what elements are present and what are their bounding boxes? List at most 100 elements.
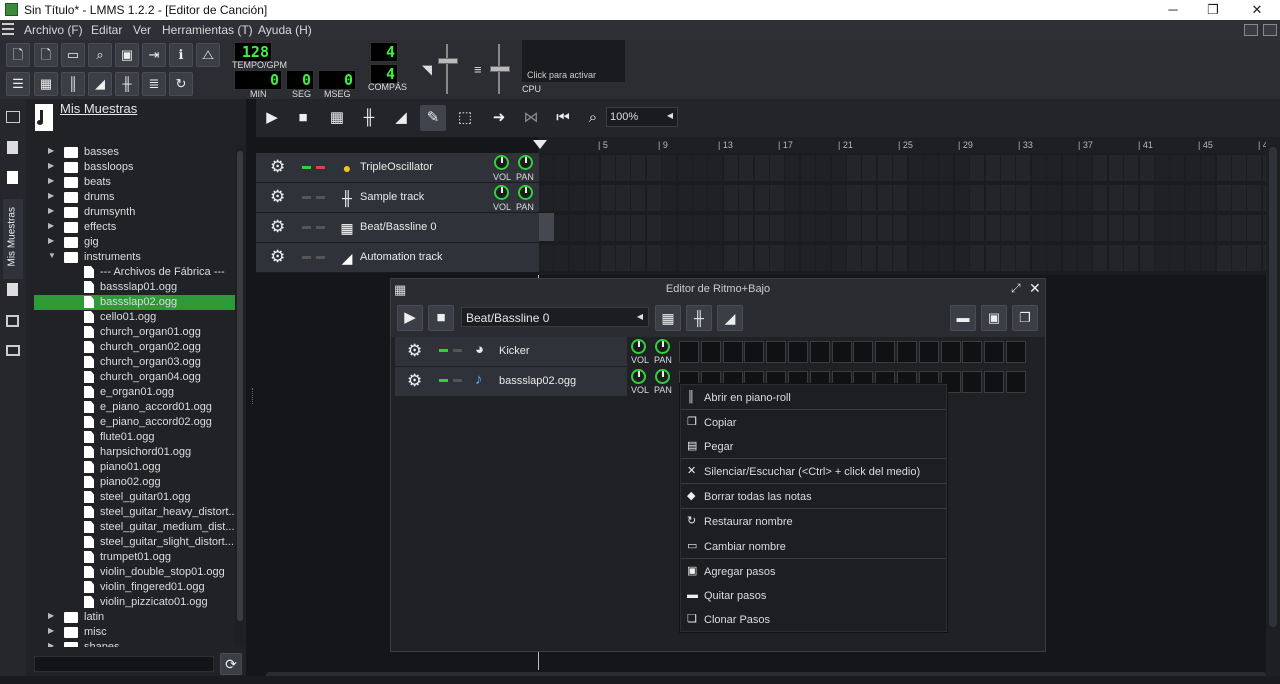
song-grid-cell[interactable] bbox=[1155, 155, 1169, 181]
song-grid-cell[interactable] bbox=[954, 185, 969, 211]
song-grid-cell[interactable] bbox=[723, 155, 738, 181]
song-grid-cell[interactable] bbox=[1108, 185, 1123, 211]
song-grid-cell[interactable] bbox=[1216, 245, 1231, 271]
song-grid-cell[interactable] bbox=[908, 245, 923, 271]
tree-file[interactable]: violin_pizzicato01.ogg bbox=[34, 595, 243, 610]
tree-folder[interactable]: ▶ drums bbox=[34, 190, 243, 205]
song-track[interactable]: ⚙ ● TripleOscillator VOL PAN bbox=[256, 153, 539, 183]
tree-file[interactable]: church_organ03.ogg bbox=[34, 355, 243, 370]
bb-add-automation-button[interactable]: ◢ bbox=[717, 305, 743, 331]
song-grid-cell[interactable] bbox=[1124, 215, 1139, 241]
master-volume-slider[interactable] bbox=[446, 44, 448, 94]
song-grid-cell[interactable] bbox=[708, 155, 723, 181]
menu-ayuda[interactable]: Ayuda (H) bbox=[258, 23, 312, 37]
song-grid-cell[interactable] bbox=[1093, 245, 1108, 271]
menu-editar[interactable]: Editar bbox=[91, 23, 122, 37]
mute-led[interactable] bbox=[302, 196, 311, 199]
song-grid-cell[interactable] bbox=[1185, 245, 1200, 271]
song-grid-cell[interactable] bbox=[1232, 155, 1246, 181]
song-grid-cell[interactable] bbox=[1078, 215, 1092, 241]
song-grid-cell[interactable] bbox=[954, 155, 969, 181]
chevron-right-icon[interactable]: ▶ bbox=[48, 176, 54, 185]
song-grid-cell[interactable] bbox=[754, 215, 769, 241]
bb-stop-button[interactable]: ■ bbox=[428, 305, 454, 331]
track-name[interactable]: Automation track bbox=[360, 251, 443, 263]
chevron-right-icon[interactable]: ▶ bbox=[48, 641, 54, 647]
song-grid-cell[interactable] bbox=[693, 245, 707, 271]
song-grid-cell[interactable] bbox=[1124, 245, 1139, 271]
song-grid-cell[interactable] bbox=[924, 245, 938, 271]
tree-file[interactable]: --- Archivos de Fábrica --- bbox=[34, 265, 243, 280]
menu-ver[interactable]: Ver bbox=[133, 23, 151, 37]
song-grid-cell[interactable] bbox=[1139, 245, 1154, 271]
song-grid-cell[interactable] bbox=[1247, 245, 1262, 271]
tree-file[interactable]: bassslap02.ogg bbox=[34, 295, 243, 310]
step-button[interactable] bbox=[809, 341, 830, 363]
song-grid-cell[interactable] bbox=[770, 245, 784, 271]
song-grid-cell[interactable] bbox=[1031, 185, 1046, 211]
song-grid-cell[interactable] bbox=[939, 155, 954, 181]
recent-projects-icon[interactable]: ⌕ bbox=[88, 43, 112, 67]
song-grid-cell[interactable] bbox=[1201, 155, 1216, 181]
beat-pattern-block[interactable] bbox=[539, 213, 554, 241]
song-grid-cell[interactable] bbox=[862, 215, 877, 241]
song-grid-cell[interactable] bbox=[816, 215, 831, 241]
song-grid-cell[interactable] bbox=[739, 245, 754, 271]
song-grid-cell[interactable] bbox=[1247, 185, 1262, 211]
song-grid-cell[interactable] bbox=[800, 155, 815, 181]
song-grid-cell[interactable] bbox=[785, 155, 800, 181]
step-button[interactable] bbox=[679, 341, 699, 363]
song-grid-cell[interactable] bbox=[800, 185, 815, 211]
song-grid-cell[interactable] bbox=[939, 215, 954, 241]
whats-this-icon[interactable]: ℹ bbox=[169, 43, 193, 67]
song-grid[interactable] bbox=[539, 153, 1280, 275]
song-grid-cell[interactable] bbox=[1124, 185, 1139, 211]
loop-points-button[interactable]: ⋈ bbox=[518, 105, 544, 131]
tree-file[interactable]: piano02.ogg bbox=[34, 475, 243, 490]
bb-remove-steps-button[interactable]: ▬ bbox=[950, 305, 976, 331]
song-grid-cell[interactable] bbox=[1232, 215, 1246, 241]
song-grid-cell[interactable] bbox=[631, 215, 646, 241]
tree-folder[interactable]: ▶ basses bbox=[34, 145, 243, 160]
automation-editor-icon[interactable]: ◢ bbox=[88, 72, 112, 96]
volume-knob[interactable] bbox=[631, 339, 646, 354]
song-grid-cell[interactable] bbox=[677, 155, 692, 181]
song-grid-cell[interactable] bbox=[1170, 215, 1185, 241]
chevron-right-icon[interactable]: ▶ bbox=[48, 236, 54, 245]
song-grid-cell[interactable] bbox=[616, 185, 630, 211]
song-grid-cell[interactable] bbox=[708, 215, 723, 241]
beat-track-name[interactable]: bassslap02.ogg bbox=[499, 375, 576, 387]
song-grid-cell[interactable] bbox=[924, 185, 938, 211]
mute-led[interactable] bbox=[302, 166, 311, 169]
song-grid-cell[interactable] bbox=[1016, 185, 1031, 211]
samples-tab-icon[interactable] bbox=[7, 141, 18, 154]
song-grid-cell[interactable] bbox=[1216, 155, 1231, 181]
add-beat-track-button[interactable]: ▦ bbox=[324, 105, 350, 131]
song-grid-cell[interactable] bbox=[539, 185, 553, 211]
song-grid-cell[interactable] bbox=[908, 185, 923, 211]
song-grid-cell[interactable] bbox=[693, 215, 707, 241]
context-menu-item[interactable]: ║ Abrir en piano-roll bbox=[681, 386, 946, 410]
song-grid-cell[interactable] bbox=[754, 155, 769, 181]
chevron-right-icon[interactable]: ▶ bbox=[48, 206, 54, 215]
song-grid-cell[interactable] bbox=[754, 245, 769, 271]
song-grid-cell[interactable] bbox=[600, 245, 615, 271]
master-pitch-handle[interactable] bbox=[490, 66, 510, 72]
tree-file[interactable]: violin_double_stop01.ogg bbox=[34, 565, 243, 580]
chevron-right-icon[interactable]: ▶ bbox=[48, 626, 54, 635]
song-grid-cell[interactable] bbox=[1170, 155, 1185, 181]
song-grid-cell[interactable] bbox=[785, 215, 800, 241]
song-grid-cell[interactable] bbox=[585, 245, 600, 271]
song-grid-cell[interactable] bbox=[569, 155, 584, 181]
tree-file[interactable]: trumpet01.ogg bbox=[34, 550, 243, 565]
minimize-button[interactable]: ─ bbox=[1158, 1, 1188, 19]
pan-knob[interactable] bbox=[518, 185, 533, 200]
maximize-button[interactable]: ❐ bbox=[1198, 1, 1228, 19]
step-button[interactable] bbox=[984, 371, 1005, 393]
song-grid-cell[interactable] bbox=[554, 245, 569, 271]
song-grid-cell[interactable] bbox=[800, 215, 815, 241]
solo-led[interactable] bbox=[316, 226, 325, 229]
song-grid-cell[interactable] bbox=[1093, 215, 1108, 241]
song-grid-cell[interactable] bbox=[1232, 185, 1246, 211]
song-grid-cell[interactable] bbox=[1139, 215, 1154, 241]
